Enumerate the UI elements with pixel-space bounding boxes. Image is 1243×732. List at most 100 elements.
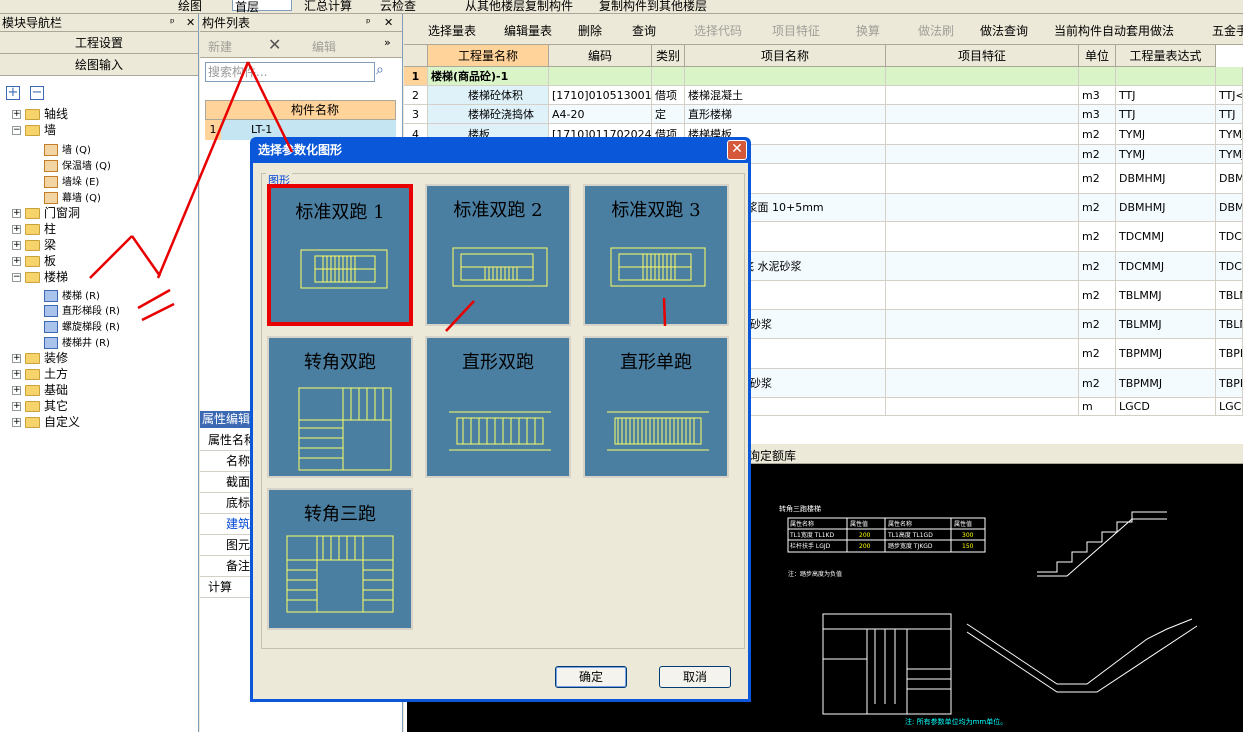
grid-cell[interactable]	[886, 310, 1079, 339]
grid-cell[interactable]	[1216, 67, 1243, 86]
shape-tile[interactable]: 转角双跑	[267, 336, 413, 478]
toolbar-button[interactable]: 编辑量表	[504, 22, 552, 39]
tree-item[interactable]: + 柱	[12, 221, 56, 237]
shape-tile[interactable]: 转角三跑	[267, 488, 413, 630]
grid-cell[interactable]: TTJ	[1216, 105, 1243, 124]
copy-to-floor-button[interactable]: 复制构件到其他楼层	[599, 0, 707, 13]
grid-cell[interactable]	[886, 339, 1079, 369]
grid-cell[interactable]: m2	[1079, 310, 1116, 339]
grid-cell[interactable]	[886, 145, 1079, 164]
toolbar-button[interactable]: 查询	[632, 22, 656, 39]
grid-cell[interactable]	[886, 252, 1079, 281]
new-component-button[interactable]: 新建	[208, 38, 232, 55]
grid-cell[interactable]	[886, 124, 1079, 145]
grid-cell[interactable]: 1	[404, 67, 428, 86]
expand-icon[interactable]: +	[12, 241, 21, 250]
tree-item[interactable]: + 梁	[12, 237, 56, 253]
search-icon[interactable]: ⌕	[376, 62, 394, 82]
toolbar-button[interactable]: 做法刷	[918, 22, 954, 39]
grid-cell[interactable]: A4-20	[549, 105, 652, 124]
expand-all-icon[interactable]: +	[6, 86, 20, 100]
grid-cell[interactable]: LGCD	[1116, 398, 1216, 416]
grid-cell[interactable]: DBMH	[1216, 194, 1243, 222]
grid-cell[interactable]	[886, 105, 1079, 124]
copy-from-floor-button[interactable]: 从其他楼层复制构件	[465, 0, 573, 13]
grid-cell[interactable]: 楼梯混凝土	[685, 86, 886, 105]
grid-cell[interactable]: m2	[1079, 252, 1116, 281]
project-settings-button[interactable]: 工程设置	[0, 32, 198, 54]
tree-item[interactable]: + 自定义	[12, 414, 80, 430]
grid-cell[interactable]: m2	[1079, 164, 1116, 194]
grid-header[interactable]: 项目名称	[685, 45, 886, 67]
tree-item[interactable]: + 基础	[12, 382, 68, 398]
expand-icon[interactable]: +	[12, 225, 21, 234]
tree-item[interactable]: + 其它	[12, 398, 68, 414]
tree-item[interactable]: − 墙	[12, 122, 56, 138]
grid-header[interactable]: 项目特征	[886, 45, 1079, 67]
grid-cell[interactable]: DBMHMJ	[1116, 164, 1216, 194]
grid-cell[interactable]: 楼梯砼浇捣体	[428, 105, 549, 124]
grid-cell[interactable]: m2	[1079, 222, 1116, 252]
tree-item[interactable]: − 楼梯	[12, 269, 68, 285]
grid-cell[interactable]: TYMJ	[1216, 124, 1243, 145]
expand-icon[interactable]: +	[12, 209, 21, 218]
toolbar-button[interactable]: 五金手	[1212, 22, 1243, 39]
grid-cell[interactable]: m2	[1079, 124, 1116, 145]
expand-icon[interactable]: +	[12, 257, 21, 266]
expand-icon[interactable]: +	[12, 110, 21, 119]
quota-lib-tab[interactable]: 询定额库	[748, 447, 796, 464]
tree-item[interactable]: + 轴线	[12, 106, 68, 122]
grid-cell[interactable]: m2	[1079, 339, 1116, 369]
shape-tile[interactable]: 标准双跑 2	[425, 184, 571, 326]
pin-icon[interactable]: ᵖ	[170, 14, 175, 32]
expand-icon[interactable]: +	[12, 386, 21, 395]
grid-cell[interactable]	[685, 67, 886, 86]
tree-item[interactable]: 墙 (Q)	[44, 141, 91, 157]
cloud-check-button[interactable]: 云检查	[380, 0, 416, 13]
collapse-icon[interactable]: −	[12, 273, 21, 282]
grid-cell[interactable]: TBPMMJ	[1116, 369, 1216, 398]
toolbar-button[interactable]: 当前构件自动套用做法	[1054, 22, 1174, 39]
shape-tile[interactable]: 直形单跑	[583, 336, 729, 478]
toolbar-button[interactable]: 选择代码	[694, 22, 742, 39]
tree-item[interactable]: + 土方	[12, 366, 68, 382]
grid-cell[interactable]: m2	[1079, 145, 1116, 164]
grid-cell[interactable]: TDCMMJ	[1116, 222, 1216, 252]
grid-cell[interactable]	[886, 164, 1079, 194]
grid-cell[interactable]: TBLM	[1216, 281, 1243, 310]
grid-cell[interactable]: TYMJ	[1116, 145, 1216, 164]
grid-cell[interactable]: 定	[652, 105, 685, 124]
cancel-button[interactable]: 取消	[659, 666, 731, 688]
expand-icon[interactable]: +	[12, 370, 21, 379]
grid-cell[interactable]: 楼梯(商品砼)-1	[428, 67, 549, 86]
grid-cell[interactable]	[549, 67, 652, 86]
grid-cell[interactable]: TBPM	[1216, 339, 1243, 369]
tree-item[interactable]: + 板	[12, 253, 56, 269]
grid-cell[interactable]: 3	[404, 105, 428, 124]
grid-cell[interactable]: TBPM	[1216, 369, 1243, 398]
tree-item[interactable]: 楼梯井 (R)	[44, 334, 110, 350]
grid-cell[interactable]: TTJ<	[1216, 86, 1243, 105]
grid-cell[interactable]	[652, 67, 685, 86]
grid-cell[interactable]: m2	[1079, 194, 1116, 222]
grid-header[interactable]: 编码	[549, 45, 652, 67]
toolbar-button[interactable]: 换算	[856, 22, 880, 39]
grid-header[interactable]: 工程量表达式	[1116, 45, 1216, 67]
grid-cell[interactable]: TTJ	[1116, 86, 1216, 105]
grid-cell[interactable]: 借项	[652, 86, 685, 105]
expand-icon[interactable]: +	[12, 402, 21, 411]
grid-cell[interactable]: m2	[1079, 369, 1116, 398]
tree-item[interactable]: 保温墙 (Q)	[44, 157, 111, 173]
tree-item[interactable]: 幕墙 (Q)	[44, 189, 101, 205]
grid-cell[interactable]	[886, 194, 1079, 222]
expand-icon[interactable]: +	[12, 354, 21, 363]
grid-cell[interactable]: DBMHMJ	[1116, 194, 1216, 222]
grid-cell[interactable]: TBLMMJ	[1116, 310, 1216, 339]
grid-cell[interactable]: TBLMMJ	[1116, 281, 1216, 310]
close-icon[interactable]: ✕	[384, 14, 393, 32]
grid-cell[interactable]: m	[1079, 398, 1116, 416]
toolbar-button[interactable]: 删除	[578, 22, 602, 39]
grid-cell[interactable]: [1710]010513001	[549, 86, 652, 105]
tree-item[interactable]: 直形梯段 (R)	[44, 302, 120, 318]
draw-label[interactable]: 绘图	[178, 0, 202, 13]
